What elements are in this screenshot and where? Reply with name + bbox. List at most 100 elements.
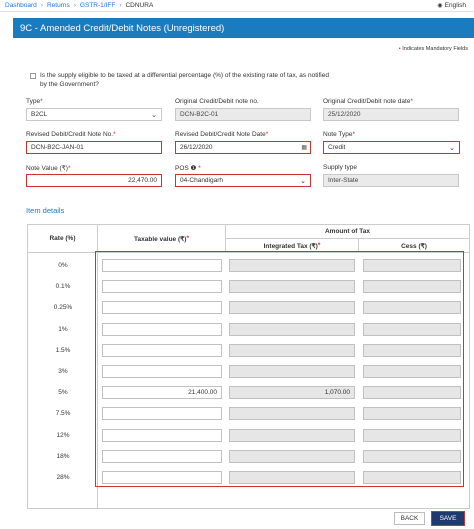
- pos-value: 04-Chandigarh: [180, 177, 224, 184]
- original-note-no-value: DCN-B2C-01: [180, 111, 219, 118]
- revised-note-no-value: DCN-B2C-JAN-01: [31, 144, 84, 151]
- taxable-value-input[interactable]: [102, 407, 222, 421]
- cess-input[interactable]: [363, 386, 461, 400]
- note-type-select[interactable]: Credit ⌄: [323, 141, 460, 154]
- integrated-tax-input[interactable]: [229, 471, 355, 484]
- rate-cell: 18%: [56, 452, 70, 460]
- note-type-label: Note Type*: [323, 131, 356, 138]
- taxable-value-input[interactable]: [102, 428, 222, 442]
- breadcrumb-separator: ›: [40, 2, 43, 9]
- breadcrumb-gstr1[interactable]: GSTR-1/IFF: [80, 2, 115, 9]
- integrated-tax-input[interactable]: [229, 301, 355, 315]
- supply-type-label: Supply type: [323, 164, 357, 171]
- revised-note-no-input[interactable]: DCN-B2C-JAN-01: [26, 141, 162, 154]
- required-star: •: [398, 46, 401, 52]
- integrated-tax-input[interactable]: 1,070.00: [229, 386, 355, 400]
- calendar-icon[interactable]: ▦: [301, 144, 307, 151]
- original-note-no-label: Original Credit/Debit note no.: [175, 98, 259, 105]
- item-details-title: Item details: [26, 206, 65, 215]
- save-button[interactable]: SAVE: [431, 511, 465, 526]
- breadcrumb-separator: ›: [73, 2, 76, 9]
- cess-input[interactable]: [363, 365, 461, 378]
- taxable-value-input[interactable]: [102, 322, 222, 336]
- cess-input[interactable]: [363, 322, 461, 336]
- integrated-tax-input[interactable]: [229, 428, 355, 442]
- integrated-tax-input[interactable]: [229, 449, 355, 463]
- language-label: English: [444, 2, 466, 9]
- taxable-value-input[interactable]: [102, 449, 222, 463]
- cess-input[interactable]: [363, 471, 461, 484]
- rate-cell: 7.5%: [55, 410, 71, 418]
- cess-input[interactable]: [363, 280, 461, 294]
- rate-header: Rate (%): [28, 225, 98, 253]
- cess-input[interactable]: [363, 301, 461, 315]
- chevron-down-icon: ⌄: [449, 145, 455, 152]
- amount-of-tax-header: Amount of Tax: [226, 225, 469, 239]
- integrated-tax-input[interactable]: [229, 343, 355, 357]
- taxable-value-input[interactable]: [102, 471, 222, 484]
- revised-note-date-label: Revised Debit/Credit Note Date*: [175, 131, 269, 138]
- original-note-date-label: Original Credit/Debit note date*: [323, 98, 413, 105]
- differential-rate-label: Is the supply eligible to be taxed at a …: [40, 72, 329, 88]
- supply-type-field: Inter-State: [323, 174, 459, 187]
- rate-column: [28, 253, 98, 508]
- original-note-no-field: DCN-B2C-01: [175, 108, 311, 121]
- revised-note-no-label: Revised Debit/Credit Note No.*: [26, 131, 116, 138]
- taxable-value-input[interactable]: [102, 301, 222, 315]
- breadcrumb-cdnura: CDNURA: [125, 2, 154, 9]
- cess-header: Cess (₹): [359, 239, 469, 253]
- breadcrumb-dashboard[interactable]: Dashboard: [5, 2, 37, 9]
- breadcrumb-separator: ›: [119, 2, 122, 9]
- mandatory-note: • Indicates Mandatory Fields: [399, 46, 468, 52]
- type-select[interactable]: B2CL ⌄: [26, 108, 162, 121]
- rate-cell: 1%: [58, 325, 68, 333]
- pos-select[interactable]: 04-Chandigarh ⌄: [175, 174, 311, 187]
- cess-input[interactable]: [363, 259, 461, 272]
- cess-input[interactable]: [363, 428, 461, 442]
- note-type-value: Credit: [328, 144, 346, 151]
- rate-cell: 1.5%: [55, 346, 71, 354]
- taxable-value-input[interactable]: [102, 280, 222, 294]
- integrated-tax-header: Integrated Tax (₹) *: [226, 239, 359, 253]
- note-value-input[interactable]: 22,470.00: [26, 174, 162, 187]
- integrated-tax-input[interactable]: [229, 365, 355, 378]
- top-bar: Dashboard › Returns › GSTR-1/IFF › CDNUR…: [0, 0, 474, 12]
- back-button[interactable]: BACK: [394, 512, 425, 525]
- breadcrumb-returns[interactable]: Returns: [47, 2, 70, 9]
- cess-input[interactable]: [363, 407, 461, 421]
- integrated-tax-input[interactable]: [229, 407, 355, 421]
- info-icon[interactable]: ❶: [191, 165, 197, 172]
- cess-input[interactable]: [363, 449, 461, 463]
- revised-note-date-input[interactable]: 26/12/2020 ▦: [175, 141, 311, 154]
- note-value-label: Note Value (₹)*: [26, 165, 71, 172]
- language-selector[interactable]: ◉ English: [437, 2, 466, 9]
- note-value-value: 22,470.00: [128, 177, 157, 184]
- differential-rate-checkbox[interactable]: [30, 73, 36, 79]
- rate-cell: 5%: [58, 389, 68, 397]
- pos-label: POS ❶ *: [175, 165, 201, 172]
- rate-cell: 3%: [58, 368, 68, 375]
- mandatory-note-text: Indicates Mandatory Fields: [402, 46, 468, 52]
- supply-type-value: Inter-State: [328, 177, 359, 184]
- taxable-value-input[interactable]: [102, 365, 222, 378]
- chevron-down-icon: ⌄: [151, 112, 157, 119]
- item-details-table: Rate (%) Taxable value (₹) * Amount of Ta…: [27, 224, 470, 509]
- taxable-value-input[interactable]: [102, 259, 222, 272]
- globe-icon: ◉: [437, 3, 443, 9]
- rate-cell: 0.25%: [53, 304, 73, 312]
- rate-cell: 28%: [56, 474, 70, 481]
- original-note-date-field: 25/12/2020: [323, 108, 459, 121]
- revised-note-date-value: 26/12/2020: [180, 144, 213, 151]
- taxable-value-input[interactable]: [102, 343, 222, 357]
- type-value: B2CL: [31, 111, 48, 118]
- cess-input[interactable]: [363, 343, 461, 357]
- rate-cell: 12%: [56, 431, 70, 439]
- integrated-tax-input[interactable]: [229, 259, 355, 272]
- integrated-tax-input[interactable]: [229, 280, 355, 294]
- rate-cell: 0%: [58, 262, 68, 269]
- differential-rate-row: Is the supply eligible to be taxed at a …: [30, 72, 330, 89]
- taxable-value-header: Taxable value (₹) *: [98, 225, 226, 253]
- rate-cell: 0.1%: [55, 283, 71, 291]
- integrated-tax-input[interactable]: [229, 322, 355, 336]
- taxable-value-input[interactable]: 21,400.00: [102, 386, 222, 400]
